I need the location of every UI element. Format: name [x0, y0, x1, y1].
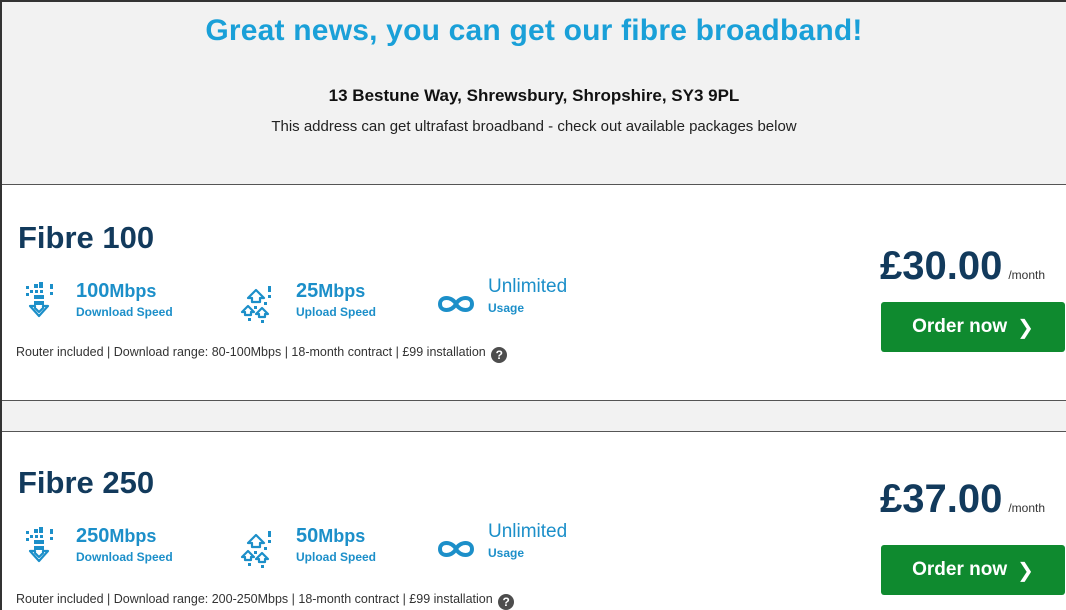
upload-speed-label: Upload Speed [296, 550, 377, 564]
price-amount: £37.00 [880, 477, 1003, 521]
upload-speed-value: 25Mbps [296, 280, 366, 302]
usage-value: Unlimited [488, 276, 568, 297]
download-speed-value: 250Mbps [76, 525, 157, 547]
headline: Great news, you can get our fibre broadb… [205, 14, 863, 47]
chevron-right-icon: ❯ [1017, 316, 1034, 339]
download-speed-label: Download Speed [76, 550, 173, 564]
package-title: Fibre 100 [18, 220, 155, 255]
address: 13 Bestune Way, Shrewsbury, Shropshire, … [328, 86, 740, 105]
package-details-text: Router included | Download range: 80-100… [16, 345, 486, 359]
order-now-label: Order now [912, 559, 1008, 580]
infinity-icon [437, 541, 475, 557]
upload-speed-value: 50Mbps [296, 525, 366, 547]
package-details: Router included | Download range: 200-25… [16, 592, 515, 610]
usage-value: Unlimited [488, 521, 568, 542]
availability-header: Great news, you can get our fibre broadb… [2, 2, 1066, 185]
availability-subtext: This address can get ultrafast broadband… [271, 118, 797, 135]
order-now-label: Order now [912, 316, 1008, 337]
order-now-button[interactable]: Order now ❯ [881, 545, 1065, 595]
price-period: /month [1008, 268, 1046, 282]
package-title: Fibre 250 [18, 465, 155, 500]
price-period: /month [1008, 501, 1046, 515]
price-amount: £30.00 [880, 244, 1003, 288]
package-details-text: Router included | Download range: 200-25… [16, 592, 493, 606]
download-speed-icon [26, 282, 53, 318]
order-now-button[interactable]: Order now ❯ [881, 302, 1065, 352]
download-speed-value: 100Mbps [76, 280, 157, 302]
download-speed-icon [26, 527, 53, 563]
help-icon[interactable]: ? [491, 347, 508, 363]
usage-label: Usage [488, 301, 525, 315]
usage-label: Usage [488, 546, 525, 560]
help-icon[interactable]: ? [498, 594, 515, 610]
download-speed-label: Download Speed [76, 305, 173, 319]
upload-speed-icon [240, 531, 271, 568]
upload-speed-icon [240, 286, 271, 323]
chevron-right-icon: ❯ [1017, 559, 1034, 582]
upload-speed-label: Upload Speed [296, 305, 377, 319]
package-price: £30.00/month [880, 244, 1045, 289]
package-details: Router included | Download range: 80-100… [16, 345, 508, 363]
package-separator [2, 400, 1066, 432]
package-price: £37.00/month [880, 477, 1045, 522]
infinity-icon [437, 296, 475, 312]
